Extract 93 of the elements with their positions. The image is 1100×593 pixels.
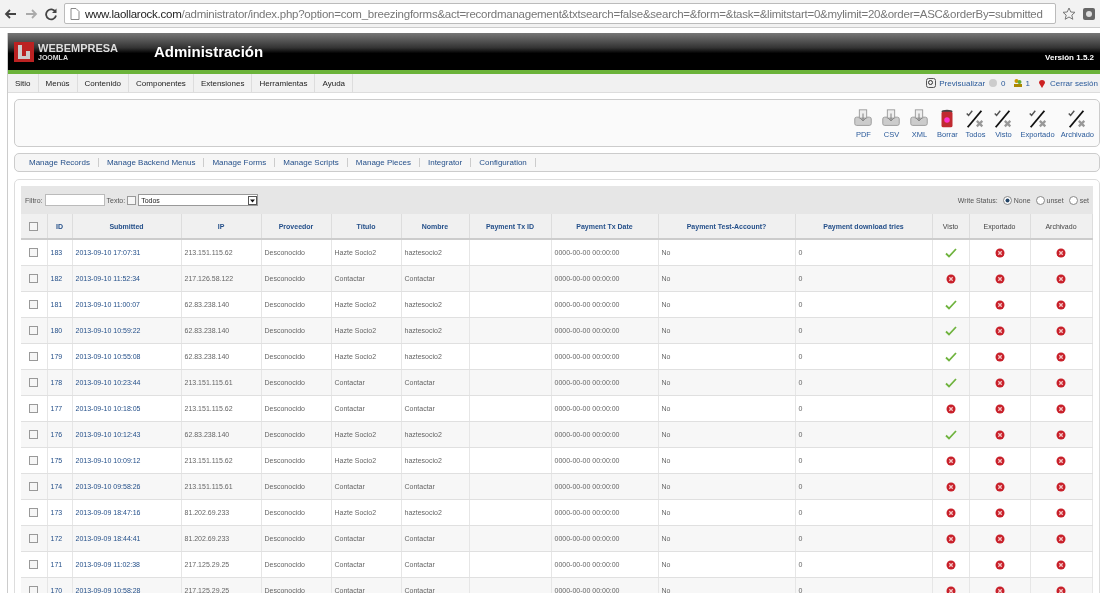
version-label: Versión 1.5.2 [1045,53,1094,64]
logout-link[interactable]: Cerrar sesión [1050,78,1098,88]
cross-icon[interactable] [1056,585,1066,593]
submenu-link[interactable]: Manage Pieces [347,158,420,167]
submenu-link[interactable]: Manage Scripts [275,158,348,167]
cross-icon[interactable] [994,533,1005,544]
text-checkbox[interactable] [127,195,137,205]
reload-icon[interactable] [44,6,58,21]
cross-icon[interactable] [994,299,1005,310]
cross-icon[interactable] [1056,507,1066,518]
checkmark-icon[interactable] [944,351,957,362]
checkmark-icon[interactable] [944,299,957,310]
cross-icon[interactable] [945,533,956,544]
cross-icon[interactable] [1056,273,1066,284]
cross-icon[interactable] [994,273,1005,284]
checkmark-icon[interactable] [944,247,957,258]
row-checkbox[interactable] [29,586,39,593]
select-all-checkbox[interactable] [29,221,39,231]
cross-icon[interactable] [994,403,1005,414]
user-count: 1 [1025,78,1030,88]
cross-icon[interactable] [1056,455,1066,466]
menu-item[interactable]: Contenido [77,74,130,92]
checkmark-icon[interactable] [944,377,957,388]
cross-icon[interactable] [945,403,956,414]
menu-item[interactable]: Herramientas [252,74,316,92]
submenu-link[interactable]: Manage Backend Menus [98,158,205,167]
row-checkbox[interactable] [29,482,39,491]
cross-icon[interactable] [1056,299,1066,310]
pin-icon [1037,78,1047,88]
cross-icon[interactable] [994,455,1005,466]
row-checkbox[interactable] [29,352,39,361]
menu-item[interactable]: Componentes [129,74,194,92]
star-icon[interactable] [1062,6,1076,21]
row-checkbox[interactable] [29,430,39,439]
magnifier-icon [926,78,937,88]
row-checkbox[interactable] [29,508,39,517]
back-icon[interactable] [4,6,18,21]
extension-icon[interactable] [1082,6,1096,21]
submenu-link[interactable]: Manage Forms [204,158,276,167]
cross-icon[interactable] [994,559,1005,570]
row-checkbox[interactable] [29,326,39,335]
row-checkbox[interactable] [29,274,39,283]
row-checkbox[interactable] [29,456,39,465]
menu-item[interactable]: Extensiones [193,74,253,92]
row-checkbox[interactable] [29,534,39,543]
logo-icon [14,41,34,62]
cross-icon[interactable] [994,325,1005,336]
cross-icon[interactable] [1056,403,1066,414]
brand-name: WEBEMPRESA [38,42,119,54]
cross-icon[interactable] [945,273,956,284]
preview-link[interactable]: Previsualizar [939,78,986,88]
cross-icon[interactable] [1056,247,1066,258]
cross-icon[interactable] [945,481,956,492]
cross-icon[interactable] [945,455,956,466]
row-checkbox[interactable] [29,248,39,257]
menu-item[interactable]: Menús [38,74,78,92]
menu-item[interactable]: Ayuda [315,74,354,92]
row-checkbox[interactable] [29,560,39,569]
cross-icon[interactable] [994,585,1005,593]
cross-icon[interactable] [945,585,956,593]
address-bar[interactable]: www.laollarock.com/administrator/index.php?option=com_breezingforms&act=recordmanagement&txtsearch=false&search=&form=&task=&limitstart=0&mylimit=20&order=ASC&orderBy=submitted [64,3,1056,24]
page-title: Administración [154,43,264,60]
cross-icon[interactable] [945,559,956,570]
cross-icon[interactable] [1056,325,1066,336]
radio-button[interactable] [1002,195,1012,205]
cross-icon[interactable] [1056,559,1066,570]
cross-icon[interactable] [994,351,1005,362]
cross-icon[interactable] [1056,429,1066,440]
row-checkbox[interactable] [29,378,39,387]
checkmark-icon[interactable] [944,429,957,440]
cross-icon[interactable] [994,481,1005,492]
menu-item[interactable]: Sitio [8,74,39,92]
cross-icon[interactable] [1056,351,1066,362]
cross-icon[interactable] [994,429,1005,440]
row-checkbox[interactable] [29,404,39,413]
message-count: 0 [1001,78,1006,88]
checkmark-icon[interactable] [944,325,957,336]
cross-icon[interactable] [1056,533,1066,544]
cross-icon[interactable] [945,507,956,518]
cross-icon[interactable] [994,247,1005,258]
page-icon [70,7,80,20]
cross-icon[interactable] [1056,377,1066,388]
cross-icon[interactable] [994,377,1005,388]
cross-icon[interactable] [994,507,1005,518]
radio-button[interactable] [1035,195,1045,205]
submenu-link[interactable]: Manage Records [21,158,99,167]
users-icon [1012,78,1023,88]
submenu-link[interactable]: Integrator [419,158,472,167]
submenu-link[interactable]: Configuration [471,158,536,167]
row-checkbox[interactable] [29,300,39,309]
cross-icon[interactable] [1056,481,1066,492]
filter-field[interactable] [44,194,105,206]
radio-button[interactable] [1068,195,1078,205]
